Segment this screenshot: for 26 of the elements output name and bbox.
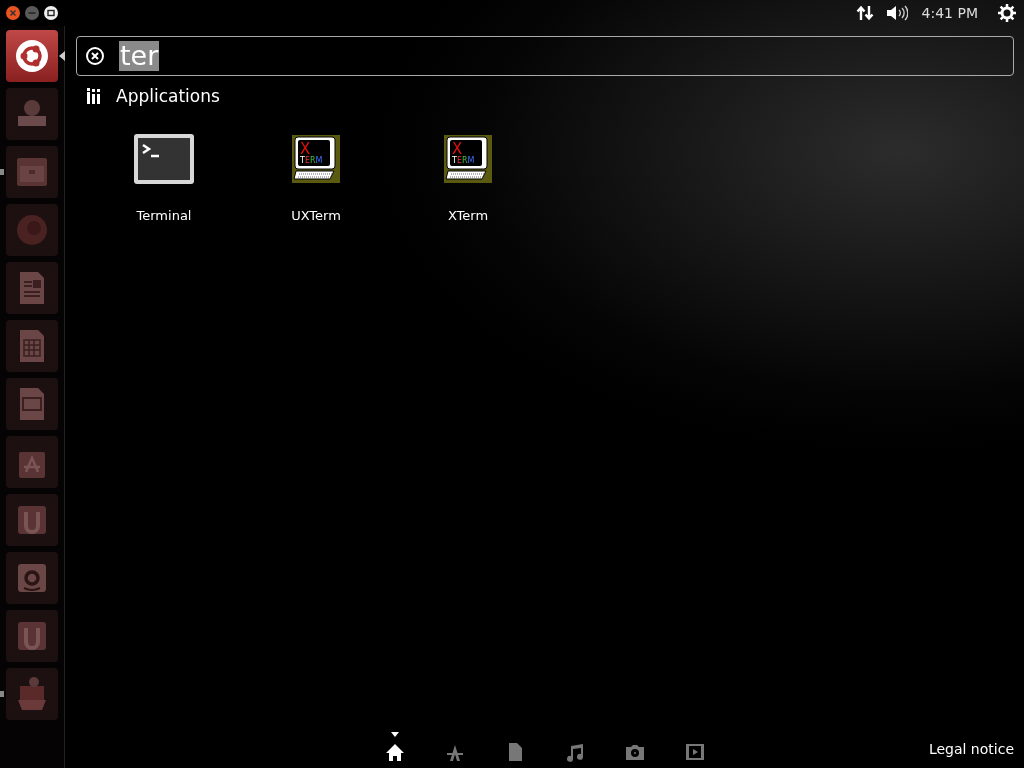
video-lens-icon[interactable] [685, 742, 705, 762]
app-tile[interactable]: Terminal [88, 134, 240, 223]
computer-icon: X TERM [444, 134, 492, 184]
app-name: Terminal [136, 208, 192, 223]
legal-notice-link[interactable]: Legal notice [928, 741, 1014, 762]
applications-icon [86, 88, 102, 104]
app-name: UXTerm [291, 208, 341, 223]
launcher-item[interactable] [6, 30, 58, 82]
network-icon[interactable] [855, 4, 874, 22]
maximize-icon[interactable] [44, 6, 58, 20]
volume-icon[interactable] [885, 4, 908, 22]
photos-lens-icon[interactable] [625, 742, 645, 762]
search-text: ter [119, 41, 160, 71]
clear-icon[interactable] [85, 46, 105, 66]
music-lens-icon[interactable] [565, 742, 585, 762]
home-lens-icon[interactable] [385, 742, 405, 762]
pointer-icon [59, 51, 65, 61]
power-icon[interactable] [998, 4, 1016, 22]
minimize-icon[interactable] [25, 6, 39, 20]
computer-icon: X TERM [292, 134, 340, 184]
clock[interactable]: 4:41 PM [921, 5, 978, 21]
category-title: Applications [116, 86, 220, 106]
app-name: XTerm [447, 208, 489, 223]
close-icon[interactable] [6, 6, 20, 20]
app-tile[interactable]: X TERM UXTerm [240, 134, 392, 223]
app-tile[interactable]: X TERM XTerm [392, 134, 544, 223]
